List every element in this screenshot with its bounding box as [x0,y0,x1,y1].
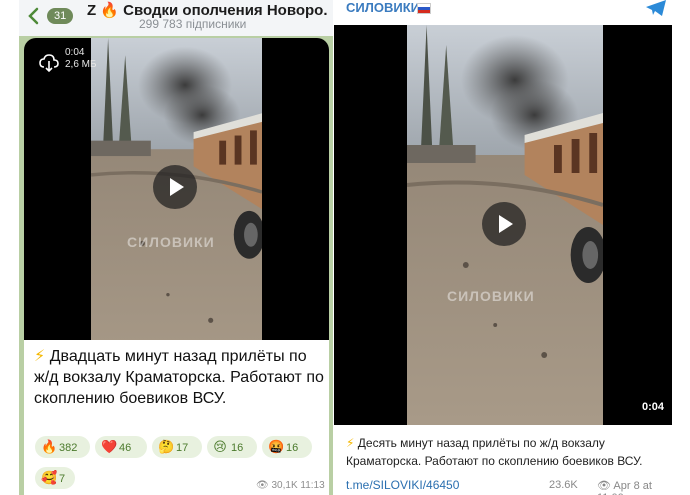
telegram-share-icon[interactable] [645,0,667,16]
play-button[interactable] [153,165,197,209]
thinking-face-icon: 🤔 [158,439,175,454]
fire-icon: 🔥 [41,439,58,454]
reaction-thinking[interactable]: 🤔 17 [152,436,202,458]
download-icon[interactable] [38,52,60,74]
unread-badge[interactable]: 31 [47,8,74,24]
video-duration: 0:04 [641,401,664,413]
reaction-love[interactable]: 🥰 7 [35,467,75,489]
left-telegram-post: 31 Z 🔥 Сводки ополчения Новоро... 299 78… [19,0,333,495]
message-caption: ⚡ Двадцать минут назад прилёты по ж/д во… [24,340,329,495]
video-duration: 0:04 [65,47,85,58]
post-date: 👁 Apr 8 at 11:00 [597,480,652,495]
reaction-crying[interactable]: 😢 16 [207,436,257,458]
video-size: 2,6 МБ [65,59,97,70]
play-button[interactable] [482,202,526,246]
subscriber-count: 299 783 підписники [139,17,247,31]
smiling-hearts-icon: 🥰 [41,470,58,485]
caption-text: ⚡ Двадцать минут назад прилёты по ж/д во… [34,348,324,407]
lightning-icon: ⚡ [346,436,355,450]
channel-name[interactable]: СИЛОВИКИ [346,0,420,15]
eye-icon: 👁 [597,480,611,492]
chat-header: 31 Z 🔥 Сводки ополчения Новоро... 299 78… [19,0,333,36]
crying-face-icon: 😢 [213,439,227,454]
lightning-icon: ⚡ [34,348,46,365]
right-telegram-post: СИЛОВИКИ СИЛОВИКИ 0:04 ⚡ Десять минут на… [334,0,675,495]
angry-face-icon: 🤬 [268,439,285,454]
russian-flag-icon [417,3,431,14]
views-and-time: 👁 30,1K 11:13 [256,480,325,491]
reaction-angry[interactable]: 🤬 16 [262,436,312,458]
heart-icon: ❤️ [101,439,118,454]
video-player[interactable]: СИЛОВИКИ 0:04 [334,25,672,425]
view-count: 23.6K [549,479,578,491]
eye-icon: 👁 [256,480,269,491]
video-player[interactable]: 0:04 2,6 МБ СИЛОВИКИ [24,38,329,340]
reaction-heart[interactable]: ❤️ 46 [95,436,147,458]
post-link[interactable]: t.me/SILOVIKI/46450 [346,478,459,492]
caption-text: ⚡ Десять минут назад прилёты по ж/д вокз… [346,436,643,468]
watermark: СИЛОВИКИ [127,234,215,250]
watermark: СИЛОВИКИ [447,288,535,304]
reaction-fire[interactable]: 🔥 382 [35,436,90,458]
back-arrow-icon[interactable] [25,6,43,26]
